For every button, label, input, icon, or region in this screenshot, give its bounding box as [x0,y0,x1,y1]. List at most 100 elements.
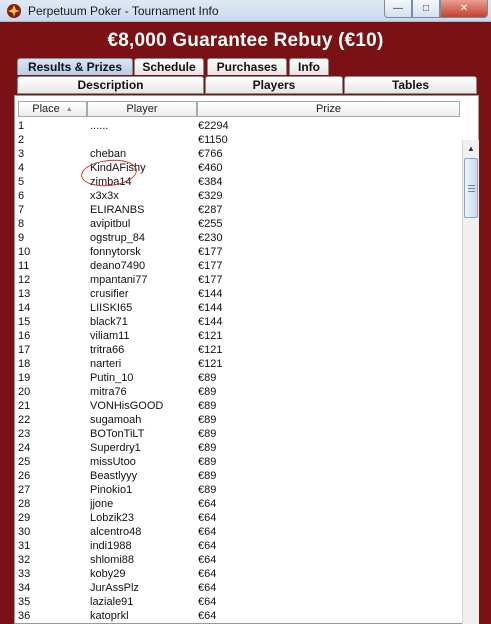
prize-cell: €2294 [198,120,229,132]
place-cell: 36 [18,610,31,622]
grip-line [468,188,475,189]
table-row[interactable]: 29 Lobzik23 €64 [18,511,460,525]
tab-description[interactable]: Description [17,76,204,94]
tab-tables[interactable]: Tables [344,76,477,94]
table-row[interactable]: 10 fonnytorsk €177 [18,245,460,259]
player-cell: Putin_10 [90,372,134,384]
table-row[interactable]: 21 VONHisGOOD €89 [18,399,460,413]
column-header-place-label: Place [32,103,60,115]
player-cell: Superdry1 [90,442,141,454]
place-cell: 19 [18,372,31,384]
player-cell: laziale91 [90,596,134,608]
table-row[interactable]: 9 ogstrup_84 €230 [18,231,460,245]
table-row[interactable]: 13 crusifier €144 [18,287,460,301]
tab-info[interactable]: Info [289,58,329,75]
table-row[interactable]: 12 mpantani77 €177 [18,273,460,287]
place-cell: 34 [18,582,31,594]
table-row[interactable]: 8 avipitbul €255 [18,217,460,231]
table-row[interactable]: 36 katoprkl €64 [18,609,460,623]
place-cell: 9 [18,232,25,244]
table-row[interactable]: 18 narteri €121 [18,357,460,371]
table-row[interactable]: 25 missUtoo €89 [18,455,460,469]
prize-cell: €1150 [198,134,228,146]
place-cell: 1 [18,120,25,132]
player-cell: ...... [90,120,109,132]
table-row[interactable]: 33 koby29 €64 [18,567,460,581]
title-bar[interactable]: Perpetuum Poker - Tournament Info — □ ✕ [0,0,491,22]
player-cell: LIISKI65 [90,302,133,314]
table-row[interactable]: 2 €1150 [18,133,460,147]
table-row[interactable]: 22 sugamoah €89 [18,413,460,427]
place-cell: 33 [18,568,31,580]
prize-cell: €177 [198,246,223,258]
place-cell: 22 [18,414,31,426]
place-cell: 5 [18,176,25,188]
player-cell: shlomi88 [90,554,135,566]
column-header-prize[interactable]: Prize [197,101,460,117]
table-row[interactable]: 23 BOTonTiLT €89 [18,427,460,441]
prize-cell: €460 [198,162,223,174]
place-cell: 3 [18,148,25,160]
table-row[interactable]: 32 shlomi88 €64 [18,553,460,567]
table-row[interactable]: 16 viliam11 €121 [18,329,460,343]
place-cell: 20 [18,386,31,398]
table-row[interactable]: 14 LIISKI65 €144 [18,301,460,315]
table-row[interactable]: 27 Pinokio1 €89 [18,483,460,497]
place-cell: 10 [18,246,31,258]
place-cell: 17 [18,344,31,356]
table-row[interactable]: 30 alcentro48 €64 [18,525,460,539]
place-cell: 2 [18,134,25,146]
column-header-place[interactable]: Place ▲ [18,101,87,117]
prize-cell: €89 [198,428,217,440]
prize-cell: €64 [198,568,217,580]
tab-purchases[interactable]: Purchases [207,58,287,75]
table-row[interactable]: 19 Putin_10 €89 [18,371,460,385]
column-header-player[interactable]: Player [87,101,197,117]
place-cell: 4 [18,162,25,174]
vertical-scrollbar[interactable]: ▲ [462,140,479,624]
table-row[interactable]: 24 Superdry1 €89 [18,441,460,455]
prize-cell: €89 [198,456,217,468]
place-cell: 14 [18,302,31,314]
tab-schedule[interactable]: Schedule [134,58,204,75]
table-row[interactable]: 3 cheban €766 [18,147,460,161]
tab-results-prizes[interactable]: Results & Prizes [17,58,133,75]
table-row[interactable]: 31 indi1988 €64 [18,539,460,553]
prize-cell: €89 [198,442,217,454]
table-row[interactable]: 17 tritra66 €121 [18,343,460,357]
prize-cell: €64 [198,512,217,524]
place-cell: 11 [18,260,30,272]
player-cell: ELIRANBS [90,204,145,216]
table-row[interactable]: 20 mitra76 €89 [18,385,460,399]
player-cell: JurAssPlz [90,582,139,594]
table-row[interactable]: 28 jjone €64 [18,497,460,511]
place-cell: 24 [18,442,31,454]
player-cell: narteri [90,358,122,370]
minimize-button[interactable]: — [384,0,412,18]
prize-cell: €144 [198,316,223,328]
table-row[interactable]: 1...... €2294 [18,119,460,133]
place-cell: 23 [18,428,31,440]
tournament-title: €8,000 Guarantee Rebuy (€10) [107,30,384,51]
table-row[interactable]: 34 JurAssPlz €64 [18,581,460,595]
scroll-up-arrow-icon[interactable]: ▲ [463,140,479,156]
table-row[interactable]: 7 ELIRANBS €287 [18,203,460,217]
table-row[interactable]: 6 x3x3x €329 [18,189,460,203]
player-cell: alcentro48 [90,526,142,538]
table-row[interactable]: 11 deano7490 €177 [18,259,460,273]
place-cell: 18 [18,358,31,370]
place-cell: 6 [18,190,25,202]
prize-cell: €766 [198,148,223,160]
table-row[interactable]: 26 Beastlyyy €89 [18,469,460,483]
close-button[interactable]: ✕ [440,0,488,18]
scroll-thumb[interactable] [464,158,478,218]
player-cell: jjone [90,498,114,510]
maximize-button[interactable]: □ [412,0,440,18]
prize-cell: €64 [198,498,217,510]
tab-players[interactable]: Players [205,76,343,94]
prize-cell: €64 [198,582,217,594]
player-cell: avipitbul [90,218,131,230]
table-row[interactable]: 35 laziale91 €64 [18,595,460,609]
prize-cell: €144 [198,302,223,314]
table-row[interactable]: 15 black71 €144 [18,315,460,329]
